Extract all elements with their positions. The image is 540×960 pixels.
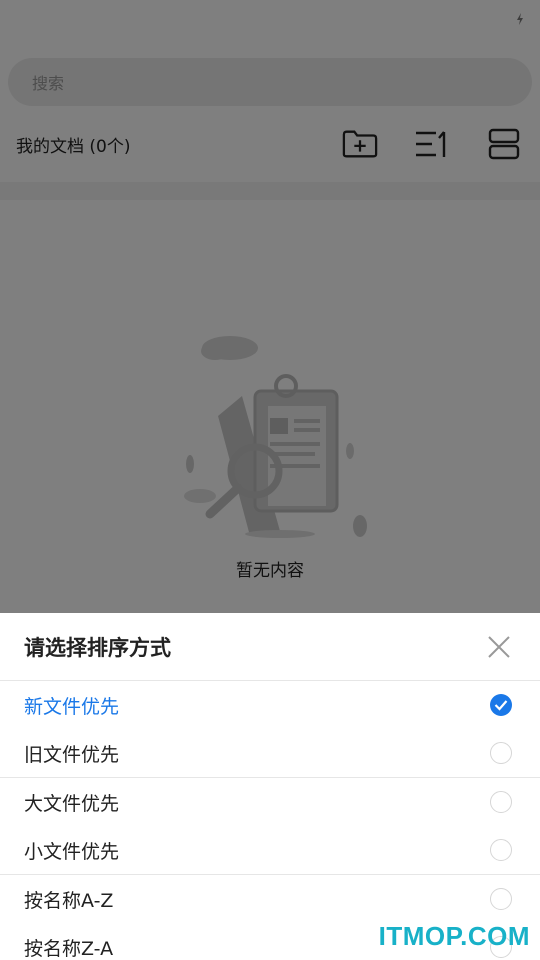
checked-radio-icon xyxy=(490,694,512,716)
sort-group-size: 大文件优先 小文件优先 xyxy=(0,778,540,875)
watermark-logo: ITMOP.COM xyxy=(378,921,530,951)
sort-option-oldest[interactable]: 旧文件优先 xyxy=(0,729,540,777)
option-label: 旧文件优先 xyxy=(24,743,120,766)
sort-group-date: 新文件优先 旧文件优先 xyxy=(0,681,540,778)
close-icon xyxy=(488,635,510,658)
sort-option-smallest[interactable]: 小文件优先 xyxy=(0,826,540,874)
option-label: 小文件优先 xyxy=(24,840,120,863)
radio-icon xyxy=(490,888,512,910)
sheet-header: 请选择排序方式 xyxy=(0,613,540,681)
option-label: 新文件优先 xyxy=(24,695,120,718)
option-label: 按名称Z-A xyxy=(24,937,114,960)
radio-icon xyxy=(490,791,512,813)
close-button[interactable] xyxy=(484,632,514,662)
option-label: 大文件优先 xyxy=(24,792,120,815)
sort-option-newest[interactable]: 新文件优先 xyxy=(0,681,540,729)
sort-bottom-sheet: 请选择排序方式 新文件优先 旧文件优先 大文件优先 小文件优先 按名称A-Z 按… xyxy=(0,613,540,960)
option-label: 按名称A-Z xyxy=(24,889,114,912)
sort-option-largest[interactable]: 大文件优先 xyxy=(0,778,540,826)
radio-icon xyxy=(490,839,512,861)
sort-option-name-asc[interactable]: 按名称A-Z xyxy=(0,875,540,923)
sheet-title: 请选择排序方式 xyxy=(24,635,171,660)
radio-icon xyxy=(490,742,512,764)
